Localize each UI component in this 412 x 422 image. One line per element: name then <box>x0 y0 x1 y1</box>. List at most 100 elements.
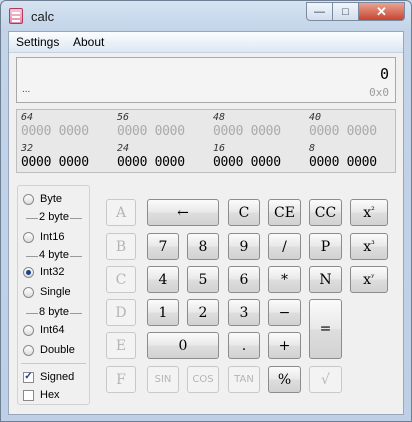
separator-4-byte: 4 byte <box>24 249 84 261</box>
key-hex-a[interactable]: A <box>106 199 136 226</box>
bit-group-15-8: 0000 0000 <box>213 155 281 170</box>
key-3[interactable]: 3 <box>228 299 260 326</box>
caption-buttons: — □ ✕ <box>306 2 405 21</box>
title-bar[interactable]: calc — □ ✕ <box>1 1 411 31</box>
power-base: x <box>363 238 372 255</box>
key-power[interactable]: xʸ <box>350 266 388 293</box>
result-display: 0 ... 0x0 <box>16 57 396 103</box>
calculator-app-icon <box>9 8 23 24</box>
checkbox-box <box>23 389 34 401</box>
radio-label: Single <box>40 286 71 298</box>
bit-group-7-0: 0000 0000 <box>309 155 377 170</box>
display-value: 0 <box>379 65 389 83</box>
separator-8-byte: 8 byte <box>24 306 84 318</box>
key-1[interactable]: 1 <box>147 299 179 326</box>
bit-label-24: 24 <box>117 143 130 154</box>
bit-label-56: 56 <box>117 112 130 123</box>
bit-group-31-24: 0000 0000 <box>21 155 89 170</box>
radio-label: Double <box>40 344 75 356</box>
bit-group-47-40: 0000 0000 <box>213 124 281 139</box>
radio-dot <box>23 193 34 205</box>
checkbox-label: Signed <box>40 371 75 383</box>
minimize-button[interactable]: — <box>306 2 333 21</box>
key-equals[interactable]: = <box>309 299 342 359</box>
key-minus[interactable]: − <box>268 299 301 326</box>
key-cc[interactable]: CC <box>309 199 342 226</box>
display-hex-value: 0x0 <box>369 86 389 99</box>
key-4[interactable]: 4 <box>147 266 179 293</box>
close-button[interactable]: ✕ <box>359 2 405 21</box>
key-hex-f[interactable]: F <box>106 366 136 393</box>
bit-display: 64 56 48 40 0000 0000 0000 0000 0000 000… <box>16 109 396 173</box>
key-n[interactable]: N <box>309 266 342 293</box>
radio-single[interactable]: Single <box>23 286 71 298</box>
key-hex-e[interactable]: E <box>106 332 136 359</box>
radio-label: Byte <box>40 193 63 205</box>
display-history-ellipsis: ... <box>22 84 31 95</box>
key-hex-c[interactable]: C <box>106 266 136 293</box>
key-sqrt[interactable]: √ <box>309 366 342 393</box>
menu-settings[interactable]: Settings <box>16 35 59 49</box>
bit-group-55-48: 0000 0000 <box>117 124 185 139</box>
radio-dot <box>23 344 34 356</box>
key-decimal[interactable]: . <box>228 332 260 359</box>
radio-label: Int32 <box>40 266 65 278</box>
panel-divider <box>21 363 86 364</box>
checkbox-box-checked: ✓ <box>23 371 34 383</box>
calc-window: calc — □ ✕ Settings About 0 ... 0x0 64 5… <box>0 0 412 422</box>
menu-bar: Settings About <box>9 32 403 53</box>
radio-dot-selected <box>23 266 34 278</box>
checkbox-signed[interactable]: ✓ Signed <box>23 371 74 383</box>
radio-int32[interactable]: Int32 <box>23 266 64 278</box>
key-p[interactable]: P <box>309 233 342 260</box>
separator-2-byte: 2 byte <box>24 211 84 223</box>
bit-label-8: 8 <box>309 143 316 154</box>
key-divide[interactable]: / <box>268 233 301 260</box>
bit-label-64: 64 <box>21 112 34 123</box>
key-hex-d[interactable]: D <box>106 299 136 326</box>
key-plus[interactable]: + <box>268 332 301 359</box>
radio-double[interactable]: Double <box>23 344 75 356</box>
radio-int64[interactable]: Int64 <box>23 324 64 336</box>
square-exponent: ² <box>371 205 375 216</box>
key-2[interactable]: 2 <box>187 299 219 326</box>
key-0[interactable]: 0 <box>147 332 219 359</box>
radio-label: Int64 <box>40 324 65 336</box>
key-clear-entry[interactable]: CE <box>268 199 301 226</box>
bit-label-32: 32 <box>21 143 34 154</box>
key-multiply[interactable]: * <box>268 266 301 293</box>
power-exponent: ʸ <box>371 272 375 283</box>
bit-label-16: 16 <box>213 143 226 154</box>
key-cube[interactable]: x³ <box>350 233 388 260</box>
menu-about[interactable]: About <box>73 35 104 49</box>
key-clear[interactable]: C <box>228 199 260 226</box>
key-tan[interactable]: TAN <box>228 366 260 393</box>
bit-group-63-56: 0000 0000 <box>21 124 89 139</box>
bit-label-40: 40 <box>309 112 322 123</box>
word-size-panel: Byte 2 byte Int16 4 byte Int32 Single 8 … <box>17 185 90 405</box>
key-8[interactable]: 8 <box>187 233 219 260</box>
key-sin[interactable]: SIN <box>147 366 179 393</box>
key-7[interactable]: 7 <box>147 233 179 260</box>
maximize-button[interactable]: □ <box>333 2 359 21</box>
backspace-button[interactable]: ← <box>147 199 219 226</box>
key-9[interactable]: 9 <box>228 233 260 260</box>
key-square[interactable]: x² <box>350 199 388 226</box>
radio-byte[interactable]: Byte <box>23 193 62 205</box>
bit-label-48: 48 <box>213 112 226 123</box>
key-cos[interactable]: COS <box>187 366 219 393</box>
key-6[interactable]: 6 <box>228 266 260 293</box>
radio-int16[interactable]: Int16 <box>23 231 64 243</box>
window-title: calc <box>31 9 55 24</box>
bit-group-39-32: 0000 0000 <box>309 124 377 139</box>
key-5[interactable]: 5 <box>187 266 219 293</box>
power-base: x <box>363 271 372 288</box>
checkbox-label: Hex <box>40 389 60 401</box>
key-percent[interactable]: % <box>268 366 301 393</box>
bit-group-23-16: 0000 0000 <box>117 155 185 170</box>
key-hex-b[interactable]: B <box>106 233 136 260</box>
checkbox-hex[interactable]: Hex <box>23 389 60 401</box>
cube-exponent: ³ <box>371 239 375 250</box>
client-area: Settings About 0 ... 0x0 64 56 48 40 000… <box>8 31 404 415</box>
power-base: x <box>363 204 372 221</box>
